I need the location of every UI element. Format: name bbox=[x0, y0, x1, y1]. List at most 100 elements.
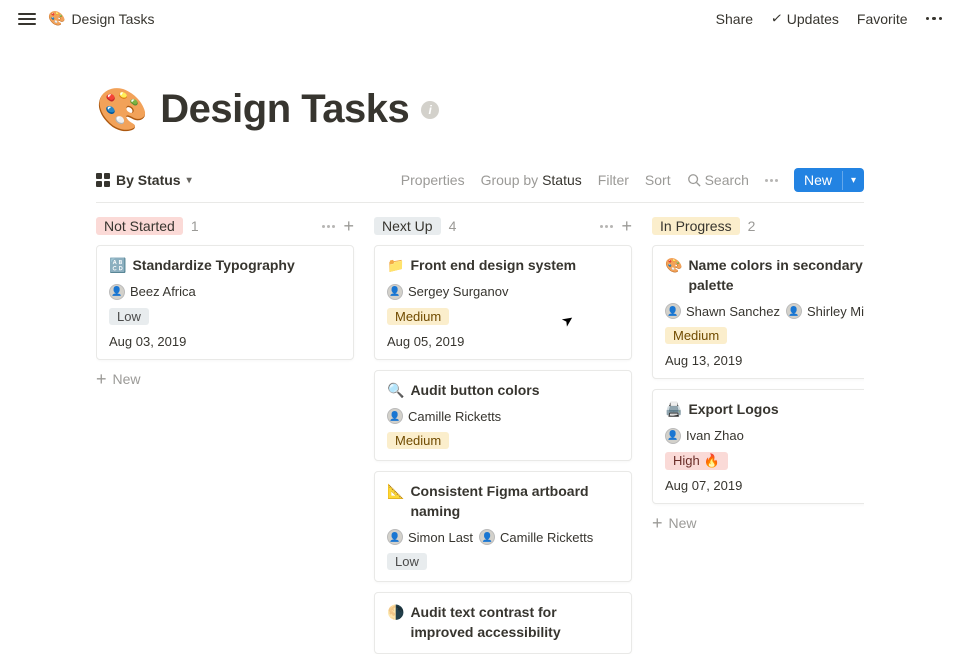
card-assignees: 👤 Ivan Zhao bbox=[665, 428, 864, 444]
group-by-value: Status bbox=[542, 172, 582, 188]
info-icon[interactable]: i bbox=[421, 101, 439, 119]
group-by-prefix: Group by bbox=[481, 172, 542, 188]
assignee: 👤 Ivan Zhao bbox=[665, 428, 744, 444]
breadcrumb[interactable]: 🎨 Design Tasks bbox=[48, 10, 154, 27]
topbar-right: Share ✓ Updates Favorite bbox=[716, 10, 942, 27]
card-title: Consistent Figma artboard naming bbox=[410, 482, 619, 521]
board-column: Not Started1+🔠Standardize Typography👤Bee… bbox=[96, 217, 354, 654]
card-emoji: 🖨️ bbox=[665, 400, 682, 420]
card-title: Name colors in secondary palette bbox=[688, 256, 864, 295]
card-title: Standardize Typography bbox=[132, 256, 294, 276]
properties-button[interactable]: Properties bbox=[401, 172, 465, 188]
card-title: Front end design system bbox=[410, 256, 576, 276]
card[interactable]: 🖨️Export Logos👤Ivan ZhaoHigh 🔥Aug 07, 20… bbox=[652, 389, 864, 504]
card-date: Aug 13, 2019 bbox=[665, 353, 864, 368]
assignee-name: Shirley Miao bbox=[807, 304, 864, 319]
avatar: 👤 bbox=[479, 529, 495, 545]
column-header: Not Started 1 + bbox=[96, 217, 354, 235]
new-button[interactable]: New ▾ bbox=[794, 168, 864, 192]
column-header: Next Up 4 + bbox=[374, 217, 632, 235]
page-emoji[interactable]: 🎨 bbox=[96, 89, 148, 131]
topbar-left: 🎨 Design Tasks bbox=[18, 10, 154, 27]
group-by-button[interactable]: Group by Status bbox=[481, 172, 582, 188]
board-view-icon bbox=[96, 173, 110, 187]
updates-button[interactable]: ✓ Updates bbox=[771, 10, 839, 27]
priority-badge: High 🔥 bbox=[665, 452, 728, 470]
sort-button[interactable]: Sort bbox=[645, 172, 671, 188]
search-button[interactable]: Search bbox=[687, 172, 749, 188]
view-more-icon[interactable] bbox=[765, 179, 778, 182]
card-emoji: 🌗 bbox=[387, 603, 404, 623]
favorite-button[interactable]: Favorite bbox=[857, 11, 908, 27]
card-emoji: 📐 bbox=[387, 482, 404, 502]
more-menu-icon[interactable] bbox=[926, 17, 943, 21]
checkmark-icon: ✓ bbox=[770, 9, 784, 27]
add-card-button[interactable]: + New bbox=[652, 514, 864, 532]
column-more-icon[interactable] bbox=[600, 225, 613, 228]
avatar: 👤 bbox=[387, 529, 403, 545]
view-label: By Status bbox=[116, 172, 181, 188]
card-date: Aug 07, 2019 bbox=[665, 478, 864, 493]
assignee: 👤Simon Last bbox=[387, 529, 473, 545]
column-status-badge[interactable]: In Progress bbox=[652, 217, 740, 235]
column-status-badge[interactable]: Not Started bbox=[96, 217, 183, 235]
assignee: 👤 Camille Ricketts bbox=[387, 408, 501, 424]
assignee: 👤Beez Africa bbox=[109, 284, 196, 300]
card[interactable]: 📐 Consistent Figma artboard naming 👤Simon … bbox=[374, 471, 632, 582]
assignee-name: Ivan Zhao bbox=[686, 428, 744, 443]
column-add-icon[interactable]: + bbox=[621, 217, 632, 235]
avatar: 👤 bbox=[387, 408, 403, 424]
column-header: In Progress2+ bbox=[652, 217, 864, 235]
board-column: In Progress2+ 🎨 Name colors in secondary p… bbox=[652, 217, 864, 654]
assignee-name: Sergey Surganov bbox=[408, 284, 508, 299]
page-emoji-small: 🎨 bbox=[48, 10, 65, 27]
priority-badge: Low bbox=[109, 308, 149, 325]
card[interactable]: 🔠Standardize Typography👤Beez AfricaLowAu… bbox=[96, 245, 354, 360]
card-date: Aug 05, 2019 bbox=[387, 334, 619, 349]
column-add-icon[interactable]: + bbox=[343, 217, 354, 235]
priority-badge: Medium bbox=[387, 432, 449, 449]
avatar: 👤 bbox=[109, 284, 125, 300]
card[interactable]: 🌗 Audit text contrast for improved access… bbox=[374, 592, 632, 653]
priority-badge: Medium bbox=[665, 327, 727, 344]
search-label: Search bbox=[705, 172, 749, 188]
add-card-label: New bbox=[669, 515, 697, 531]
page-header: 🎨 Design Tasks i bbox=[96, 87, 864, 132]
hamburger-menu-icon[interactable] bbox=[18, 13, 36, 25]
add-card-label: New bbox=[113, 371, 141, 387]
assignee-name: Camille Ricketts bbox=[500, 530, 593, 545]
topbar: 🎨 Design Tasks Share ✓ Updates Favorite bbox=[0, 0, 960, 37]
column-more-icon[interactable] bbox=[322, 225, 335, 228]
card-title: Audit text contrast for improved accessi… bbox=[410, 603, 619, 642]
avatar: 👤 bbox=[665, 428, 681, 444]
priority-badge: Medium bbox=[387, 308, 449, 325]
card-emoji: 🎨 bbox=[665, 256, 682, 276]
avatar: 👤 bbox=[387, 284, 403, 300]
card-assignees: 👤Simon Last👤Camille Ricketts bbox=[387, 529, 619, 545]
column-status-badge[interactable]: Next Up bbox=[374, 217, 441, 235]
share-button[interactable]: Share bbox=[716, 11, 753, 27]
card-assignees: 👤Shawn Sanchez👤Shirley Miao bbox=[665, 303, 864, 319]
filter-button[interactable]: Filter bbox=[598, 172, 629, 188]
page-title[interactable]: Design Tasks bbox=[160, 87, 409, 132]
column-count: 1 bbox=[191, 218, 199, 234]
chevron-down-icon[interactable]: ▾ bbox=[842, 171, 864, 190]
card-assignees: 👤Beez Africa bbox=[109, 284, 341, 300]
plus-icon: + bbox=[652, 514, 663, 532]
view-switcher[interactable]: By Status ▾ bbox=[96, 172, 192, 188]
assignee: 👤 Camille Ricketts bbox=[479, 529, 593, 545]
assignee: 👤Shirley Miao bbox=[786, 303, 864, 319]
card-emoji: 📁 bbox=[387, 256, 404, 276]
card[interactable]: 📁 Front end design system 👤 Sergey Surganov… bbox=[374, 245, 632, 360]
page-content: 🎨 Design Tasks i By Status ▾ Properties … bbox=[0, 37, 960, 654]
card-emoji: 🔍 bbox=[387, 381, 404, 401]
add-card-button[interactable]: + New bbox=[96, 370, 354, 388]
assignee-name: Camille Ricketts bbox=[408, 409, 501, 424]
new-button-label: New bbox=[794, 168, 842, 192]
updates-label: Updates bbox=[787, 11, 839, 27]
card[interactable]: 🔍Audit button colors👤Camille RickettsMed… bbox=[374, 370, 632, 462]
plus-icon: + bbox=[96, 370, 107, 388]
avatar: 👤 bbox=[665, 303, 681, 319]
column-count: 4 bbox=[449, 218, 457, 234]
card[interactable]: 🎨Name colors in secondary palette👤Shawn … bbox=[652, 245, 864, 379]
